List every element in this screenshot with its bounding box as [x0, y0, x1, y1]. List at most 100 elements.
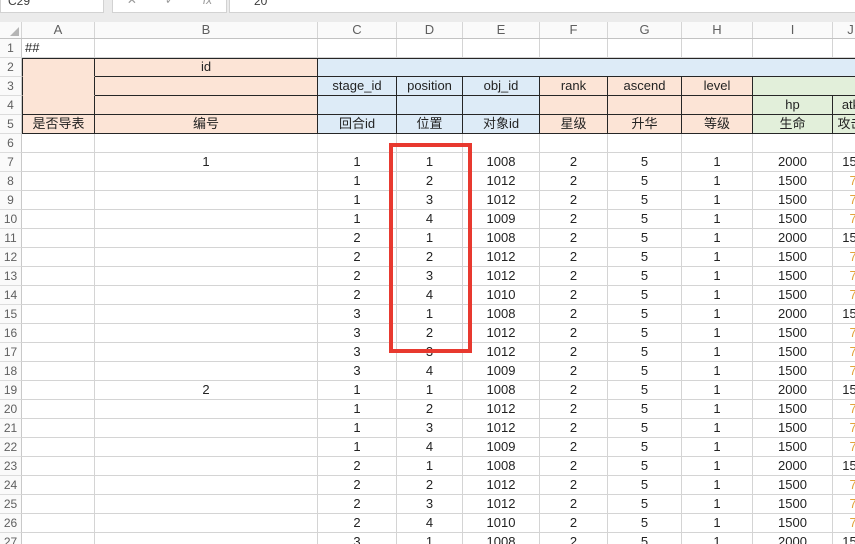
- cell-B4[interactable]: [95, 96, 318, 115]
- cell-F4[interactable]: [540, 96, 608, 115]
- cell-D26[interactable]: 4: [397, 514, 463, 533]
- cell-E20[interactable]: 1012: [463, 400, 540, 419]
- cell-G19[interactable]: 5: [608, 381, 682, 400]
- cell-H13[interactable]: 1: [682, 267, 753, 286]
- cell-G11[interactable]: 5: [608, 229, 682, 248]
- cell-A1[interactable]: ##: [22, 39, 95, 58]
- cell-B13[interactable]: [95, 267, 318, 286]
- cell-C11[interactable]: 2: [318, 229, 397, 248]
- cell-F5[interactable]: 星级: [540, 115, 608, 134]
- column-header-E[interactable]: E: [463, 22, 540, 38]
- row-header-27[interactable]: 27: [0, 533, 22, 544]
- cell-A14[interactable]: [22, 286, 95, 305]
- cell-B6[interactable]: [95, 134, 318, 153]
- cell-A11[interactable]: [22, 229, 95, 248]
- row-header-1[interactable]: 1: [0, 39, 22, 58]
- cell-G22[interactable]: 5: [608, 438, 682, 457]
- cell-CDEFGHIJ2[interactable]: [318, 58, 855, 77]
- cell-E15[interactable]: 1008: [463, 305, 540, 324]
- cell-J23[interactable]: 150: [833, 457, 855, 476]
- row-header-8[interactable]: 8: [0, 172, 22, 191]
- cell-C26[interactable]: 2: [318, 514, 397, 533]
- row-header-5[interactable]: 5: [0, 115, 22, 134]
- cell-J17[interactable]: 75: [833, 343, 855, 362]
- cell-B10[interactable]: [95, 210, 318, 229]
- cell-C3[interactable]: stage_id: [318, 77, 397, 96]
- cell-A13[interactable]: [22, 267, 95, 286]
- cell-D17[interactable]: 3: [397, 343, 463, 362]
- cell-A6[interactable]: [22, 134, 95, 153]
- row-header-15[interactable]: 15: [0, 305, 22, 324]
- cell-A2[interactable]: [22, 58, 95, 77]
- cell-F25[interactable]: 2: [540, 495, 608, 514]
- cell-G23[interactable]: 5: [608, 457, 682, 476]
- cell-G16[interactable]: 5: [608, 324, 682, 343]
- row-header-3[interactable]: 3: [0, 77, 22, 96]
- cell-I13[interactable]: 1500: [753, 267, 833, 286]
- cell-J18[interactable]: 75: [833, 362, 855, 381]
- cell-E6[interactable]: [463, 134, 540, 153]
- cancel-icon[interactable]: ✕: [127, 0, 137, 7]
- cell-F21[interactable]: 2: [540, 419, 608, 438]
- cell-G4[interactable]: [608, 96, 682, 115]
- cell-G3[interactable]: ascend: [608, 77, 682, 96]
- cell-C6[interactable]: [318, 134, 397, 153]
- cell-B8[interactable]: [95, 172, 318, 191]
- cell-H26[interactable]: 1: [682, 514, 753, 533]
- cell-H15[interactable]: 1: [682, 305, 753, 324]
- cell-D21[interactable]: 3: [397, 419, 463, 438]
- cell-E16[interactable]: 1012: [463, 324, 540, 343]
- cell-I16[interactable]: 1500: [753, 324, 833, 343]
- cell-B11[interactable]: [95, 229, 318, 248]
- cell-H17[interactable]: 1: [682, 343, 753, 362]
- cell-H24[interactable]: 1: [682, 476, 753, 495]
- select-all-corner[interactable]: [0, 22, 22, 38]
- cell-J9[interactable]: 75: [833, 191, 855, 210]
- cell-J5[interactable]: 攻击: [833, 115, 855, 134]
- cell-I23[interactable]: 2000: [753, 457, 833, 476]
- cell-I17[interactable]: 1500: [753, 343, 833, 362]
- cell-A19[interactable]: [22, 381, 95, 400]
- cell-B23[interactable]: [95, 457, 318, 476]
- cell-A22[interactable]: [22, 438, 95, 457]
- cell-C23[interactable]: 2: [318, 457, 397, 476]
- cell-G24[interactable]: 5: [608, 476, 682, 495]
- cell-I12[interactable]: 1500: [753, 248, 833, 267]
- cell-B26[interactable]: [95, 514, 318, 533]
- cell-H22[interactable]: 1: [682, 438, 753, 457]
- column-header-D[interactable]: D: [397, 22, 463, 38]
- cell-G12[interactable]: 5: [608, 248, 682, 267]
- cell-E9[interactable]: 1012: [463, 191, 540, 210]
- cell-B1[interactable]: [95, 39, 318, 58]
- cell-D1[interactable]: [397, 39, 463, 58]
- cell-A24[interactable]: [22, 476, 95, 495]
- cell-D23[interactable]: 1: [397, 457, 463, 476]
- cell-G6[interactable]: [608, 134, 682, 153]
- cell-G26[interactable]: 5: [608, 514, 682, 533]
- cell-H19[interactable]: 1: [682, 381, 753, 400]
- cell-F20[interactable]: 2: [540, 400, 608, 419]
- cell-G7[interactable]: 5: [608, 153, 682, 172]
- cell-B21[interactable]: [95, 419, 318, 438]
- cell-D3[interactable]: position: [397, 77, 463, 96]
- cell-E11[interactable]: 1008: [463, 229, 540, 248]
- cell-I14[interactable]: 1500: [753, 286, 833, 305]
- cell-A18[interactable]: [22, 362, 95, 381]
- row-header-22[interactable]: 22: [0, 438, 22, 457]
- cell-D20[interactable]: 2: [397, 400, 463, 419]
- row-header-24[interactable]: 24: [0, 476, 22, 495]
- cell-D15[interactable]: 1: [397, 305, 463, 324]
- cell-E17[interactable]: 1012: [463, 343, 540, 362]
- cell-H3[interactable]: level: [682, 77, 753, 96]
- cell-A21[interactable]: [22, 419, 95, 438]
- cell-A10[interactable]: [22, 210, 95, 229]
- cell-F1[interactable]: [540, 39, 608, 58]
- cell-C9[interactable]: 1: [318, 191, 397, 210]
- cell-D10[interactable]: 4: [397, 210, 463, 229]
- cell-F22[interactable]: 2: [540, 438, 608, 457]
- cell-J1[interactable]: [833, 39, 855, 58]
- cell-G1[interactable]: [608, 39, 682, 58]
- cell-A27[interactable]: [22, 533, 95, 544]
- cell-H4[interactable]: [682, 96, 753, 115]
- cell-F3[interactable]: rank: [540, 77, 608, 96]
